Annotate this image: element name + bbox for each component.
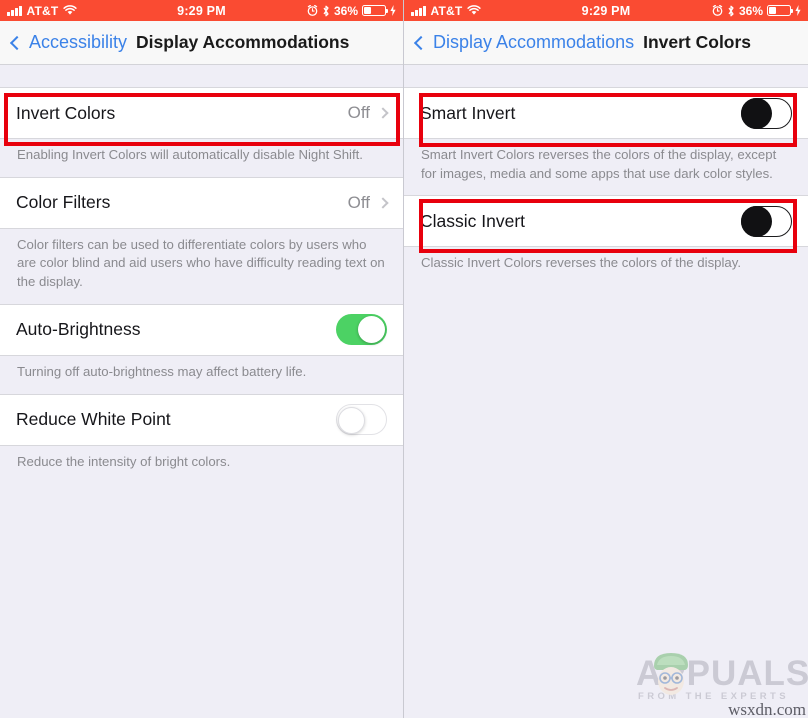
status-bar-right-group: 36% (202, 4, 397, 18)
back-button-label: Display Accommodations (433, 32, 635, 52)
page-title-right: Invert Colors (643, 32, 752, 52)
settings-row-reduce-white-point[interactable]: Reduce White Point (0, 393, 403, 446)
row-label: Auto-Brightness (16, 319, 141, 340)
status-bar-right: AT&T 9:29 PM 36% (404, 0, 808, 21)
settings-list-right: Smart Invert Smart Invert Colors reverse… (404, 65, 808, 286)
chevron-left-icon (9, 35, 25, 50)
row-value: Off (347, 192, 370, 212)
settings-row-invert-colors[interactable]: Invert Colors Off (0, 87, 403, 139)
footnote-classic-invert: Classic Invert Colors reverses the color… (404, 247, 808, 286)
dual-screenshot-container: AT&T 9:29 PM 36% Accessibility Display A… (0, 0, 808, 718)
classic-invert-toggle[interactable] (741, 205, 792, 237)
row-label: Smart Invert (420, 102, 516, 123)
battery-percent-label: 36% (333, 3, 358, 18)
nav-bar-right: Display Accommodations Invert Colors (404, 21, 808, 65)
list-top-spacer (404, 65, 808, 87)
watermark-mascot-icon (654, 653, 688, 695)
back-button-accessibility[interactable]: Accessibility (9, 32, 128, 53)
settings-row-smart-invert[interactable]: Smart Invert (404, 87, 808, 139)
chevron-left-icon (413, 35, 429, 50)
row-label: Classic Invert (420, 210, 526, 231)
chevron-right-icon (377, 107, 389, 119)
settings-row-auto-brightness[interactable]: Auto-Brightness (0, 303, 403, 356)
page-title-left: Display Accommodations (136, 32, 350, 52)
auto-brightness-toggle[interactable] (336, 314, 387, 346)
footnote-auto-brightness: Turning off auto-brightness may affect b… (0, 355, 403, 394)
nav-bar-left: Accessibility Display Accommodations (0, 21, 403, 65)
list-top-spacer (0, 65, 403, 87)
settings-row-classic-invert[interactable]: Classic Invert (404, 195, 808, 248)
row-label: Invert Colors (16, 102, 116, 123)
battery-percent-label: 36% (738, 3, 763, 18)
bluetooth-icon (323, 5, 329, 16)
row-value: Off (347, 103, 370, 122)
right-phone-screen: AT&T 9:29 PM 36% Display Accommodations … (404, 0, 808, 718)
charging-bolt-icon (390, 5, 396, 16)
settings-list-left: Invert Colors Off Enabling Invert Colors… (0, 65, 403, 484)
footnote-color-filters: Color filters can be used to differentia… (0, 228, 403, 304)
row-label: Reduce White Point (16, 409, 171, 430)
footnote-smart-invert: Smart Invert Colors reverses the colors … (404, 139, 808, 196)
footnote-reduce-white-point: Reduce the intensity of bright colors. (0, 445, 403, 484)
source-domain-label: wsxdn.com (728, 700, 806, 718)
battery-icon (767, 5, 794, 16)
alarm-clock-icon (712, 5, 723, 16)
row-label: Color Filters (16, 192, 111, 213)
bluetooth-icon (728, 5, 734, 16)
chevron-right-icon (377, 197, 389, 209)
smart-invert-toggle[interactable] (741, 97, 792, 129)
status-bar-right-group: 36% (606, 4, 801, 18)
reduce-white-point-toggle[interactable] (336, 404, 387, 436)
alarm-clock-icon (307, 5, 318, 16)
status-bar-left: AT&T 9:29 PM 36% (0, 0, 403, 21)
charging-bolt-icon (795, 5, 801, 16)
footnote-invert-colors: Enabling Invert Colors will automaticall… (0, 139, 403, 177)
battery-icon (362, 5, 389, 16)
back-button-display-accommodations[interactable]: Display Accommodations (413, 32, 635, 53)
back-button-label: Accessibility (29, 32, 128, 52)
settings-row-color-filters[interactable]: Color Filters Off (0, 176, 403, 229)
left-phone-screen: AT&T 9:29 PM 36% Accessibility Display A… (0, 0, 404, 718)
